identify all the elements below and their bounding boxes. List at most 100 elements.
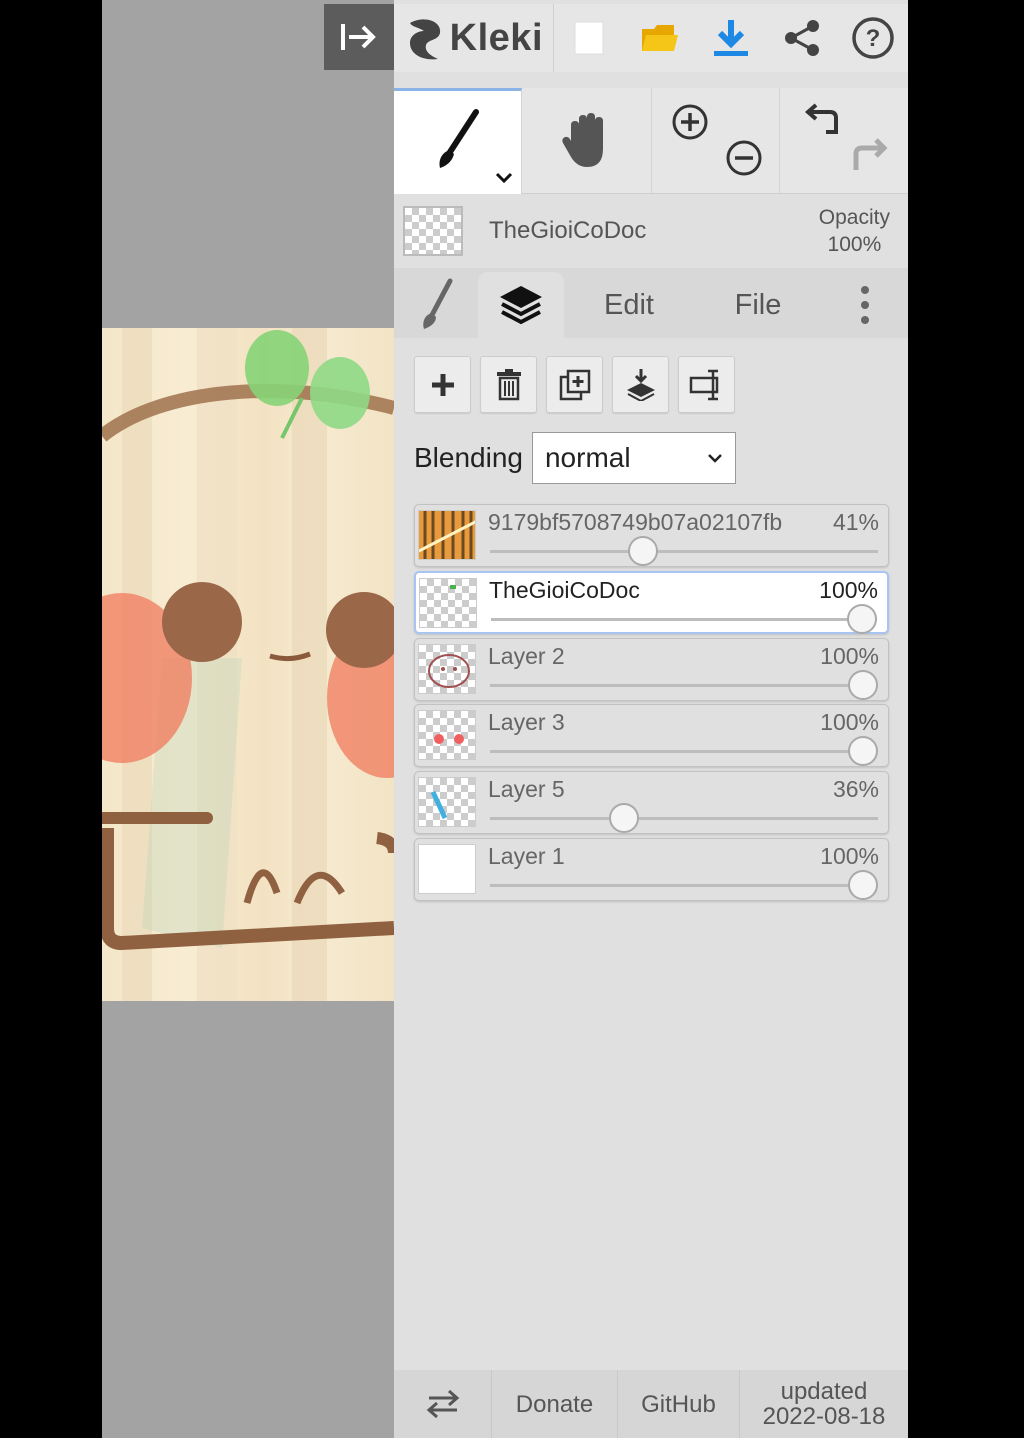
tab-layers[interactable] [478, 272, 564, 338]
opacity-slider-track[interactable] [490, 817, 878, 821]
opacity-label: Opacity [818, 206, 890, 229]
tool-row [394, 88, 908, 194]
current-layer-name: TheGioiCoDoc [489, 217, 647, 244]
rename-layer-icon [689, 369, 718, 400]
blending-label: Blending [414, 442, 523, 473]
help-button[interactable]: ? [837, 4, 908, 72]
opacity-slider-handle[interactable] [847, 603, 877, 634]
swap-side-button[interactable] [394, 1370, 492, 1438]
app-screen: Kleki ? TheGioiCoDoc Opacity 100% Edit F… [102, 0, 908, 1438]
merge-layer-button[interactable] [612, 356, 669, 413]
kleki-logo[interactable]: Kleki [394, 4, 554, 72]
layer-opacity: 41% [832, 509, 879, 535]
share-icon [784, 20, 819, 56]
undo-icon[interactable] [802, 102, 842, 142]
layer-thumbnail [418, 643, 476, 694]
opacity-slider-track[interactable] [491, 617, 877, 621]
delete-layer-button[interactable] [480, 356, 537, 413]
opacity-slider-track[interactable] [490, 683, 878, 687]
brush-tool-button[interactable] [394, 88, 522, 194]
layer-list: 9179bf5708749b07a02107fb 41% TheGioiCoDo… [414, 504, 889, 905]
opacity-slider-handle[interactable] [609, 803, 640, 834]
version-info: updated 2022-08-18 [740, 1370, 908, 1438]
redo-icon[interactable] [850, 136, 890, 176]
opacity-slider-handle[interactable] [627, 536, 658, 566]
more-icon [861, 286, 869, 324]
zoom-controls [652, 88, 780, 194]
svg-text:?: ? [865, 25, 880, 52]
github-link[interactable]: GitHub [618, 1370, 740, 1438]
layer-name: Layer 5 [488, 776, 565, 803]
layer-thumbnail [418, 843, 476, 894]
canvas-area[interactable] [102, 0, 394, 1438]
more-menu-button[interactable] [822, 272, 908, 338]
top-toolbar: Kleki ? [394, 4, 908, 72]
add-layer-button[interactable] [414, 356, 471, 413]
panel-tabs: Edit File [394, 268, 908, 338]
updated-date: 2022-08-18 [762, 1403, 886, 1430]
kleki-logo-icon [409, 19, 440, 60]
tab-brush[interactable] [394, 272, 478, 338]
opacity-slider-handle[interactable] [848, 669, 878, 700]
zoom-out-icon[interactable] [724, 138, 764, 178]
opacity-readout: Opacity 100% [819, 204, 890, 258]
blending-select[interactable]: normal [531, 432, 736, 484]
share-button[interactable] [766, 4, 837, 72]
tab-file[interactable]: File [694, 272, 822, 338]
layer-opacity: 100% [820, 842, 879, 869]
layer-thumbnail [418, 777, 476, 828]
layer-thumbnail [418, 710, 476, 761]
brush-icon [438, 108, 479, 168]
opacity-slider-track[interactable] [490, 883, 878, 887]
tab-edit[interactable]: Edit [564, 272, 694, 338]
blending-value: normal [544, 442, 631, 473]
zoom-in-icon[interactable] [670, 102, 710, 142]
opacity-slider-track[interactable] [490, 750, 878, 754]
layer-name: Layer 1 [488, 842, 565, 869]
new-image-button[interactable] [554, 4, 625, 72]
history-controls [780, 88, 908, 194]
layer-opacity: 100% [820, 709, 879, 736]
layer-item[interactable]: 9179bf5708749b07a02107fb 41% [414, 504, 889, 567]
layer-opacity: 100% [819, 576, 878, 603]
collapse-panel-button[interactable] [324, 4, 394, 70]
layer-thumbnail [419, 577, 477, 628]
layer-item-selected[interactable]: TheGioiCoDoc 100% [414, 570, 889, 634]
add-layer-icon [431, 373, 454, 396]
updated-label: updated [780, 1378, 868, 1405]
rename-layer-button[interactable] [678, 356, 735, 413]
help-icon: ? [851, 17, 894, 59]
drawing-canvas[interactable] [102, 328, 394, 1001]
opacity-slider-handle[interactable] [848, 869, 878, 900]
chevron-down-icon [708, 454, 722, 463]
hand-icon [561, 113, 603, 167]
layer-opacity: 36% [832, 776, 879, 803]
canvas-artwork [102, 328, 394, 1001]
layer-item[interactable]: Layer 3 100% [414, 704, 889, 768]
opacity-slider-handle[interactable] [848, 736, 878, 767]
collapse-panel-icon [341, 24, 376, 50]
donate-link[interactable]: Donate [492, 1370, 618, 1438]
download-button[interactable] [695, 4, 766, 72]
current-layer-thumbnail [403, 206, 463, 256]
open-button[interactable] [625, 4, 696, 72]
layer-name: Layer 3 [488, 709, 565, 736]
duplicate-layer-button[interactable] [546, 356, 603, 413]
hand-tool-button[interactable] [522, 88, 652, 194]
swap-side-icon [426, 1389, 459, 1419]
chevron-down-icon [495, 172, 513, 184]
layer-thumbnail [418, 510, 476, 560]
layer-opacity: 100% [820, 642, 879, 669]
brush-icon [423, 278, 453, 329]
opacity-slider-track[interactable] [490, 550, 878, 553]
side-panel: Kleki ? TheGioiCoDoc Opacity 100% Edit F… [394, 0, 908, 1438]
layer-item[interactable]: Layer 2 100% [414, 637, 889, 701]
merge-layer-icon [626, 368, 655, 401]
download-icon [713, 20, 748, 56]
app-name: Kleki [449, 16, 543, 59]
layer-item[interactable]: Layer 1 100% [414, 837, 889, 901]
layer-name: TheGioiCoDoc [489, 576, 640, 603]
duplicate-layer-icon [559, 369, 590, 400]
layer-name: Layer 2 [488, 642, 565, 669]
layer-item[interactable]: Layer 5 36% [414, 771, 889, 835]
